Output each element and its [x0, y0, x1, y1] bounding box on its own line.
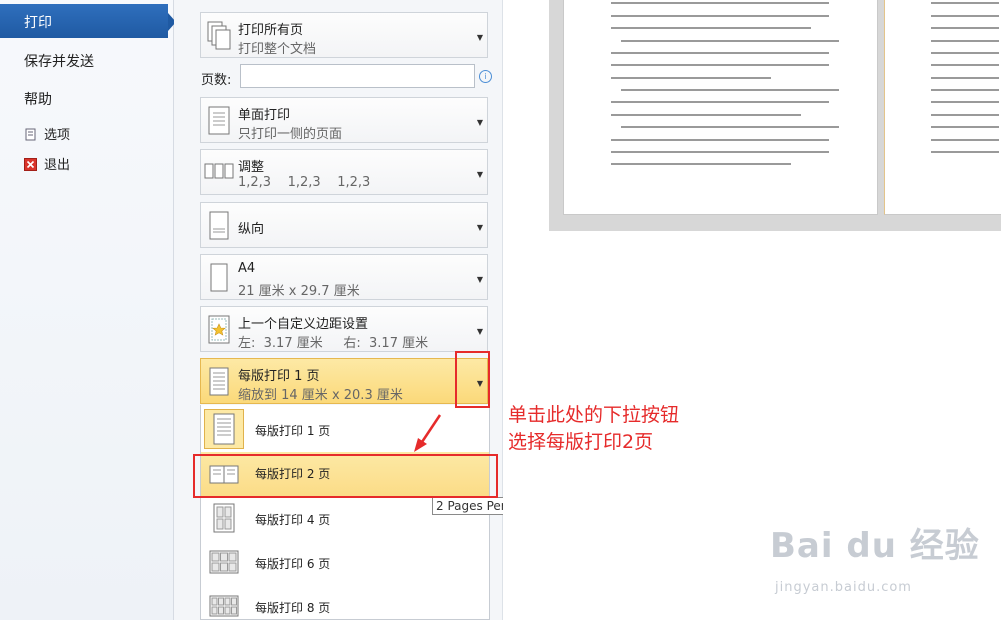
collate-icon: [204, 163, 234, 179]
margins-dropdown[interactable]: 上一个自定义边距设置 左: 3.17 厘米 右: 3.17 厘米 ▼: [200, 306, 488, 352]
backstage-nav: 打印 保存并发送 帮助 选项 退出: [0, 0, 176, 620]
preview-text-line: [611, 101, 829, 103]
red-arrow-icon: [414, 414, 442, 452]
preview-text-line: [931, 77, 999, 79]
preview-text-line: [621, 89, 839, 91]
preview-text-line: [931, 101, 999, 103]
chevron-down-icon: ▼: [476, 223, 483, 232]
per-sheet-option-1[interactable]: 每版打印 1 页: [201, 407, 489, 451]
nav-item-save-send[interactable]: 保存并发送: [24, 51, 94, 71]
portrait-icon: [209, 211, 229, 240]
four-pages-icon: [213, 503, 235, 533]
preview-text-line: [611, 52, 829, 54]
chevron-down-icon: ▼: [476, 327, 483, 336]
chevron-down-icon: ▼: [476, 170, 483, 179]
preview-text-line: [611, 114, 801, 116]
orientation-dropdown[interactable]: 纵向 ▼: [200, 202, 488, 248]
chevron-down-icon: ▼: [476, 33, 483, 42]
preview-text-line: [611, 64, 829, 66]
paper-icon: [210, 263, 228, 292]
preview-text-line: [931, 64, 999, 66]
pages-stack-icon: [207, 21, 231, 50]
watermark-url: jingyan.baidu.com: [775, 580, 912, 595]
nav-item-help[interactable]: 帮助: [24, 89, 52, 109]
single-sided-icon: [208, 106, 230, 135]
baidu-watermark: Bai du 经验: [770, 526, 980, 566]
nav-item-print[interactable]: 打印: [0, 4, 176, 38]
nav-item-options[interactable]: 选项: [24, 124, 70, 143]
six-pages-icon: [209, 550, 239, 574]
margins-star-icon: [208, 315, 230, 344]
preview-text-line: [621, 126, 839, 128]
pages-input[interactable]: [240, 64, 475, 88]
preview-text-line: [611, 27, 811, 29]
print-range-dropdown[interactable]: 打印所有页 打印整个文档 ▼: [200, 12, 488, 58]
document-options-icon: [25, 128, 36, 141]
preview-text-line: [931, 126, 999, 128]
per-sheet-option-6[interactable]: 每版打印 6 页: [201, 540, 489, 584]
sides-dropdown[interactable]: 单面打印 只打印一侧的页面 ▼: [200, 97, 488, 143]
pages-label: 页数:: [201, 73, 232, 88]
exit-icon: [24, 158, 37, 171]
per-sheet-option-8[interactable]: 每版打印 8 页: [201, 584, 489, 628]
preview-page-2: [884, 0, 1001, 215]
preview-text-line: [931, 89, 999, 91]
highlight-dropdown-arrow: [455, 351, 490, 408]
preview-text-line: [611, 163, 791, 165]
chevron-down-icon: ▼: [476, 118, 483, 127]
instruction-annotation: 单击此处的下拉按钮 选择每版打印2页: [508, 404, 680, 453]
preview-text-line: [931, 40, 999, 42]
chevron-down-icon: ▼: [476, 275, 483, 284]
eight-pages-icon: [209, 595, 239, 617]
preview-text-line: [621, 40, 839, 42]
one-page-icon: [204, 409, 244, 449]
collate-dropdown[interactable]: 调整 1,2,3 1,2,3 1,2,3 ▼: [200, 149, 488, 195]
one-page-icon: [209, 367, 229, 396]
preview-text-line: [931, 27, 999, 29]
preview-text-line: [931, 2, 999, 4]
preview-text-line: [931, 139, 999, 141]
preview-text-line: [611, 77, 771, 79]
preview-text-line: [931, 151, 999, 153]
info-icon[interactable]: i: [479, 70, 492, 83]
preview-text-line: [611, 2, 829, 4]
nav-item-exit[interactable]: 退出: [24, 154, 70, 173]
preview-text-line: [931, 15, 999, 17]
pages-per-sheet-dropdown[interactable]: 每版打印 1 页 缩放到 14 厘米 x 20.3 厘米 ▼: [200, 358, 488, 404]
preview-page-1: [563, 0, 878, 215]
highlight-two-pages-option: [193, 454, 498, 498]
preview-text-line: [931, 114, 999, 116]
paper-size-dropdown[interactable]: A4 21 厘米 x 29.7 厘米 ▼: [200, 254, 488, 300]
preview-text-line: [611, 151, 829, 153]
preview-text-line: [611, 139, 829, 141]
preview-text-line: [611, 15, 829, 17]
preview-text-line: [931, 52, 999, 54]
